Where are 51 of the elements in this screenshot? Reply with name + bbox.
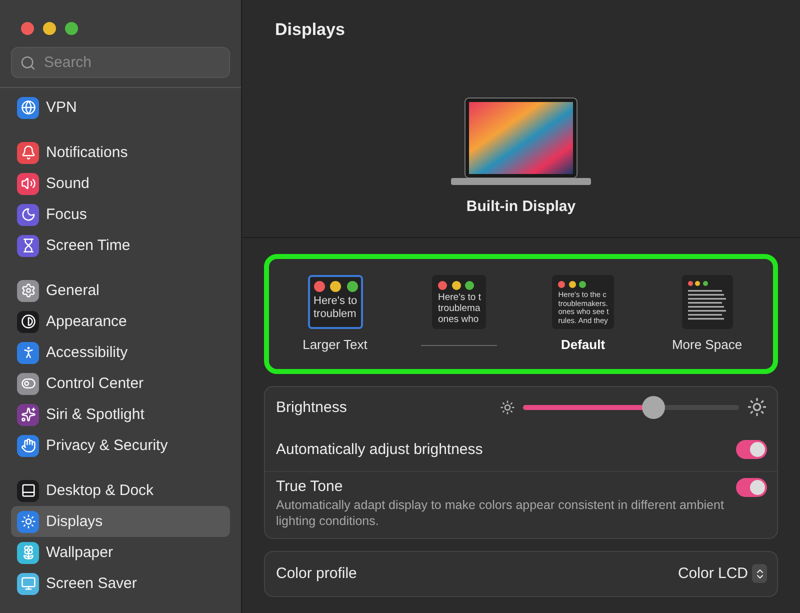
zoom-button[interactable] [65,22,78,35]
preview-text: Here's to [314,295,358,308]
sun-icon [747,397,767,417]
sidebar-item[interactable]: Screen Time [11,230,230,261]
close-button[interactable] [21,22,34,35]
resolution-label: Default [560,337,606,353]
resolution-label: Larger Text [302,337,368,353]
brightness-slider[interactable] [523,396,739,418]
sidebar-item[interactable]: Appearance [11,306,230,337]
window-controls-drawing [314,281,358,292]
sidebar-item[interactable]: Privacy & Security [11,430,230,461]
slider-thumb[interactable] [642,396,665,418]
sidebar-item[interactable]: Displays [11,506,230,537]
sidebar-item[interactable]: VPN [11,92,230,123]
sidebar-item[interactable]: Focus [11,199,230,230]
preview-text: Here's to t [438,293,481,304]
display-name: Built-in Display [466,198,576,215]
toggle-switch[interactable] [736,440,767,458]
preview-text: troublem [314,308,358,320]
sidebar-item[interactable]: Wallpaper [11,537,230,568]
sidebar-item[interactable]: Desktop & Dock [11,475,230,506]
setting-description: Automatically adapt display to make colors appear consistent in different ambient lighting conditions. [276,497,725,530]
text-lines-drawing [688,289,728,321]
window-controls-drawing [438,281,474,290]
minimize-button[interactable] [43,22,56,35]
setting-label: Color profile [276,565,357,582]
sidebar-item[interactable]: Sound [11,168,230,199]
setting-label: Brightness [276,398,347,416]
setting-label: True Tone [276,478,344,495]
preview-text: troublema [438,304,481,315]
search-icon [20,55,36,72]
sidebar-item[interactable]: Notifications [11,137,230,168]
sun-icon [500,400,515,414]
sidebar-item[interactable]: General [11,275,230,306]
sidebar-item[interactable]: Siri & Spotlight [11,399,230,430]
window-controls-drawing [558,281,586,288]
setting-label: Automatically adjust brightness [276,440,483,458]
chevrons-icon [752,564,767,583]
window-controls-drawing [688,281,708,286]
resolution-label: More Space [672,337,742,353]
resolution-preview[interactable] [682,275,732,329]
preview-text: ones who [438,314,480,326]
color-profile-select[interactable]: Color LCD [678,564,767,583]
resolution-preview[interactable]: Here's to t troublema ones who [432,275,486,329]
search-field[interactable]: Search [11,47,230,78]
sidebar-item[interactable]: Screen Saver [11,568,230,599]
resolution-preview[interactable]: Here's to troublem [308,275,362,329]
toggle-switch[interactable] [736,478,767,497]
window-title: Displays [274,19,346,41]
sidebar-item[interactable]: Control Center [11,368,230,399]
sidebar-item[interactable]: Accessibility [11,337,230,368]
